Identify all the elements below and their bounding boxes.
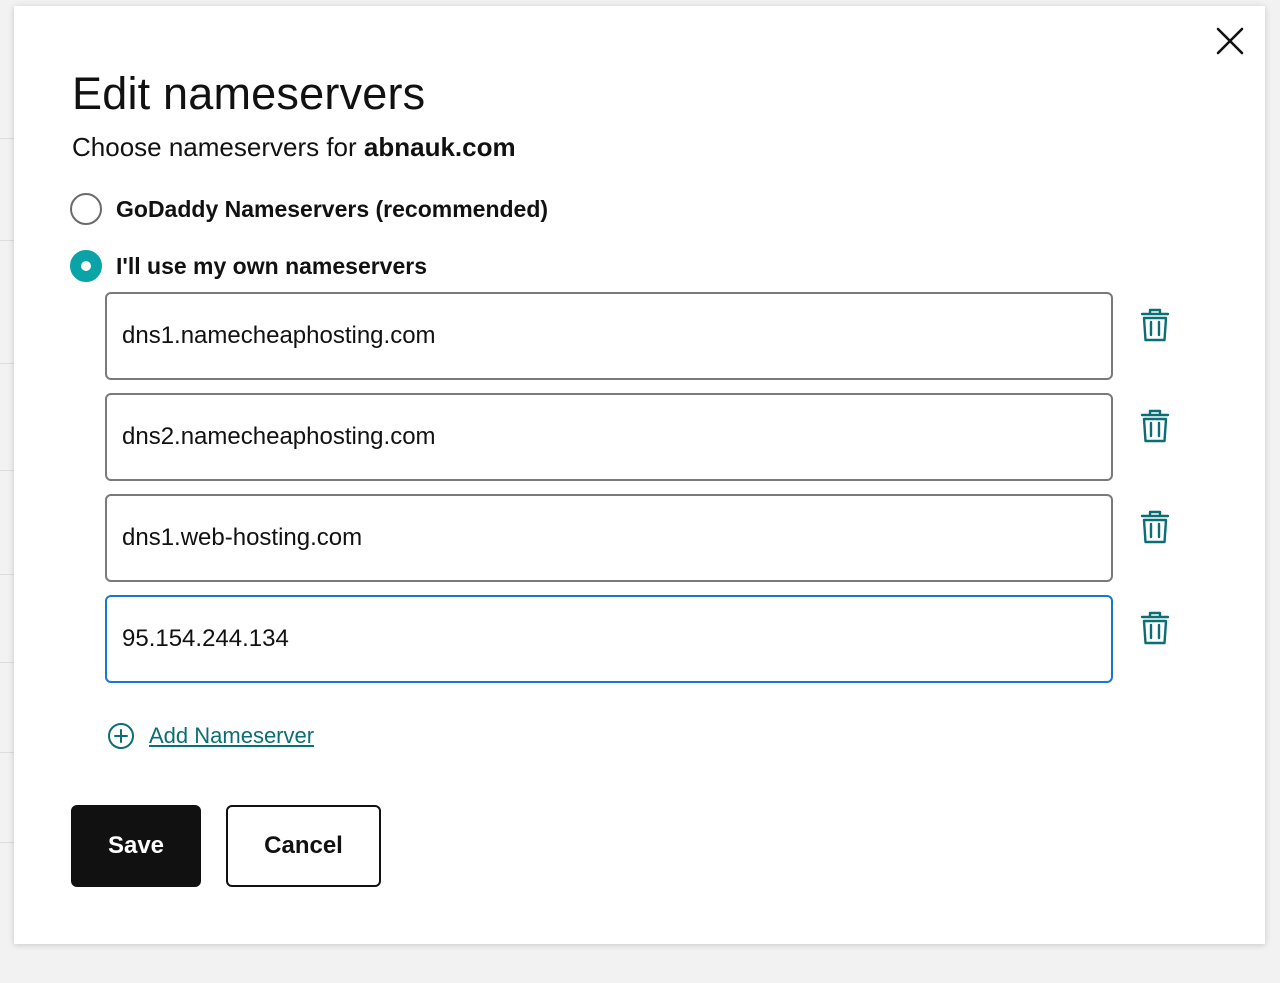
background-divider	[0, 240, 14, 241]
close-button[interactable]	[1213, 24, 1247, 58]
trash-icon	[1140, 308, 1170, 342]
delete-nameserver-button[interactable]	[1135, 407, 1175, 447]
option-godaddy-nameservers[interactable]: GoDaddy Nameservers (recommended)	[70, 193, 548, 225]
trash-icon	[1140, 510, 1170, 544]
cancel-button[interactable]: Cancel	[226, 805, 381, 887]
background-divider	[0, 363, 14, 364]
option-label: I'll use my own nameservers	[116, 252, 428, 279]
nameserver-row	[105, 393, 1195, 481]
delete-nameserver-button[interactable]	[1135, 609, 1175, 649]
dialog-title: Edit nameservers	[72, 68, 426, 119]
trash-icon	[1140, 409, 1170, 443]
background-divider	[0, 752, 14, 753]
domain-name: abnauk.com	[363, 132, 516, 162]
nameserver-row	[105, 595, 1195, 683]
add-nameserver[interactable]: Add Nameserver	[107, 722, 314, 750]
radio-button[interactable]	[70, 193, 102, 225]
edit-nameservers-dialog: Edit nameservers Choose nameservers for …	[14, 6, 1265, 944]
nameserver-input-4[interactable]	[105, 595, 1113, 683]
nameserver-row	[105, 292, 1195, 380]
background-divider	[0, 842, 14, 843]
nameserver-input-3[interactable]	[105, 494, 1113, 582]
subtitle-text: Choose nameservers for	[72, 132, 364, 162]
add-nameserver-link[interactable]: Add Nameserver	[149, 723, 314, 749]
nameserver-input-2[interactable]	[105, 393, 1113, 481]
delete-nameserver-button[interactable]	[1135, 306, 1175, 346]
background-divider	[0, 470, 14, 471]
option-own-nameservers[interactable]: I'll use my own nameservers	[70, 250, 427, 282]
nameserver-input-1[interactable]	[105, 292, 1113, 380]
plus-circle-icon	[108, 723, 134, 749]
nameserver-row	[105, 494, 1195, 582]
background-divider	[0, 138, 14, 139]
save-button[interactable]: Save	[71, 805, 201, 887]
option-label: GoDaddy Nameservers (recommended)	[116, 195, 549, 222]
background-divider	[0, 662, 14, 663]
delete-nameserver-button[interactable]	[1135, 508, 1175, 548]
radio-button-selected[interactable]	[70, 250, 102, 282]
close-icon	[1216, 27, 1244, 55]
trash-icon	[1140, 611, 1170, 645]
background-divider	[0, 574, 14, 575]
dialog-subtitle: Choose nameservers for abnauk.com	[72, 132, 516, 163]
